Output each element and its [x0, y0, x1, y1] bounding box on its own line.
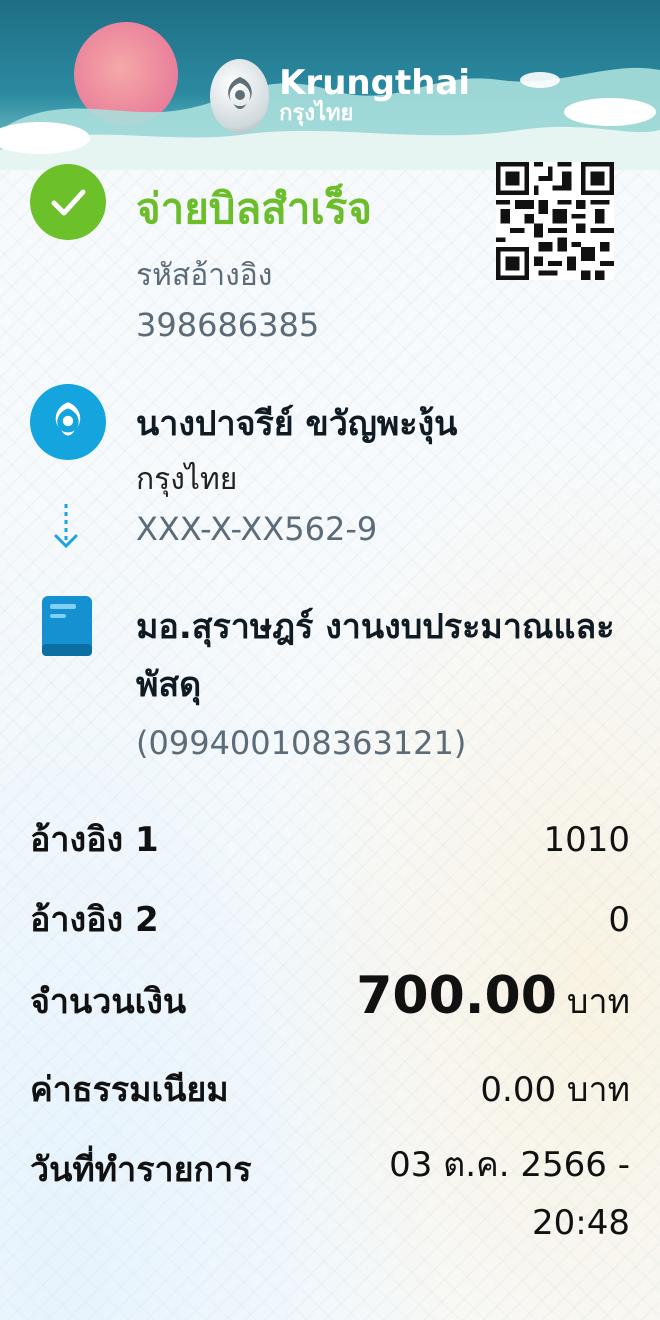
date-row: วันที่ทำรายการ 03 ต.ค. 2566 - 20:48: [30, 1142, 630, 1252]
biller-book-icon: [42, 596, 92, 656]
success-check-icon: [30, 164, 106, 240]
biller-tax-id: (099400108363121): [136, 724, 467, 762]
ref2-label: อ้างอิง 2: [30, 900, 159, 940]
amount-label: จำนวนเงิน: [30, 982, 187, 1022]
date-label: วันที่ทำรายการ: [30, 1150, 252, 1190]
qr-code-icon[interactable]: [496, 162, 614, 280]
ref1-row: อ้างอิง 1 1010: [30, 812, 630, 866]
ref1-value: 1010: [543, 820, 630, 860]
fee-label: ค่าธรรมเนียม: [30, 1070, 229, 1110]
time-value: 20:48: [532, 1203, 630, 1243]
amount-value: 700.00: [356, 966, 557, 1026]
sender-account-number: XXX-X-XX562-9: [136, 510, 378, 548]
ref1-label: อ้างอิง 1: [30, 820, 159, 860]
biller-name: มอ.สุราษฎร์ งานงบประมาณและพัสดุ: [136, 607, 615, 705]
reference-label: รหัสอ้างอิง: [136, 258, 273, 293]
sender-name: นางปาจรีย์ ขวัญพะงุ้น: [136, 404, 458, 444]
status-title: จ่ายบิลสำเร็จ: [136, 184, 372, 233]
amount-unit: บาท: [566, 982, 630, 1022]
ref2-row: อ้างอิง 2 0: [30, 892, 630, 946]
reference-number: 398686385: [136, 306, 320, 344]
sender-bank-name: กรุงไทย: [136, 462, 238, 497]
fee-row: ค่าธรรมเนียม 0.00 บาท: [30, 1062, 630, 1116]
ref2-value: 0: [608, 900, 630, 940]
sender-bank-logo: [30, 384, 106, 460]
fee-value: 0.00 บาท: [480, 1070, 630, 1110]
arrow-down-icon: [54, 504, 78, 549]
date-value: 03 ต.ค. 2566 -: [389, 1145, 630, 1185]
amount-row: จำนวนเงิน 700.00 บาท: [30, 966, 630, 1028]
